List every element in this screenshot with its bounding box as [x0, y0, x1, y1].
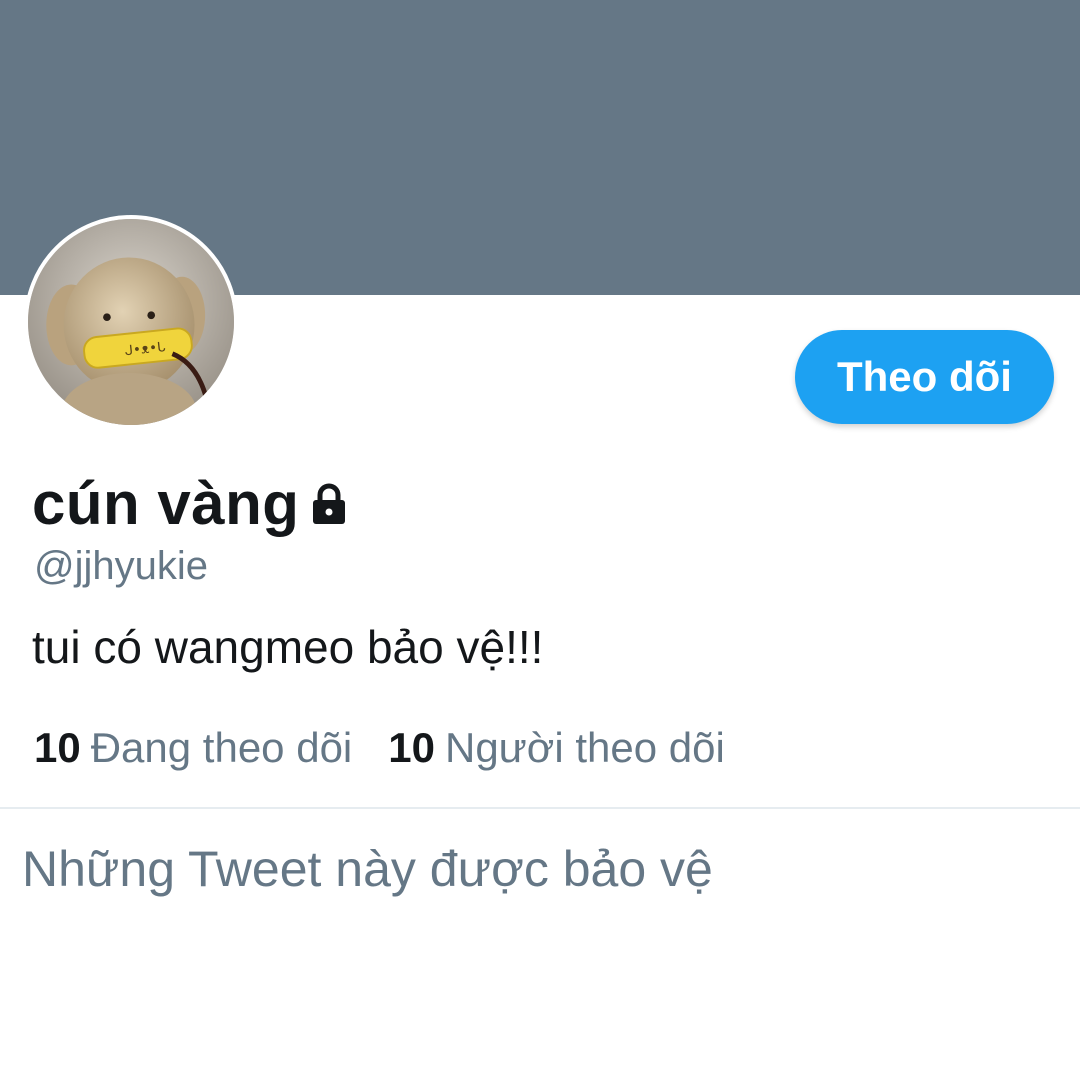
- following-count: 10: [34, 724, 81, 771]
- followers-stat[interactable]: 10 Người theo dõi: [388, 724, 725, 772]
- protected-tweets-notice: Những Tweet này được bảo vệ: [22, 841, 713, 897]
- follow-button[interactable]: Theo dõi: [795, 330, 1054, 424]
- followers-count: 10: [388, 724, 435, 771]
- avatar[interactable]: ᒍ•ᴥ•ᒐ: [24, 215, 238, 429]
- divider: [0, 807, 1080, 809]
- profile-handle: @jjhyukie: [34, 544, 209, 588]
- display-name-row: cún vàng: [32, 463, 349, 543]
- followers-label: Người theo dõi: [444, 724, 725, 771]
- profile-stats: 10 Đang theo dõi 10 Người theo dõi: [34, 724, 761, 772]
- avatar-image: ᒍ•ᴥ•ᒐ: [28, 219, 234, 425]
- profile-bio: tui có wangmeo bảo vệ!!!: [32, 621, 544, 673]
- following-label: Đang theo dõi: [90, 724, 353, 771]
- lock-icon: [309, 481, 349, 529]
- display-name: cún vàng: [32, 469, 300, 537]
- following-stat[interactable]: 10 Đang theo dõi: [34, 724, 352, 772]
